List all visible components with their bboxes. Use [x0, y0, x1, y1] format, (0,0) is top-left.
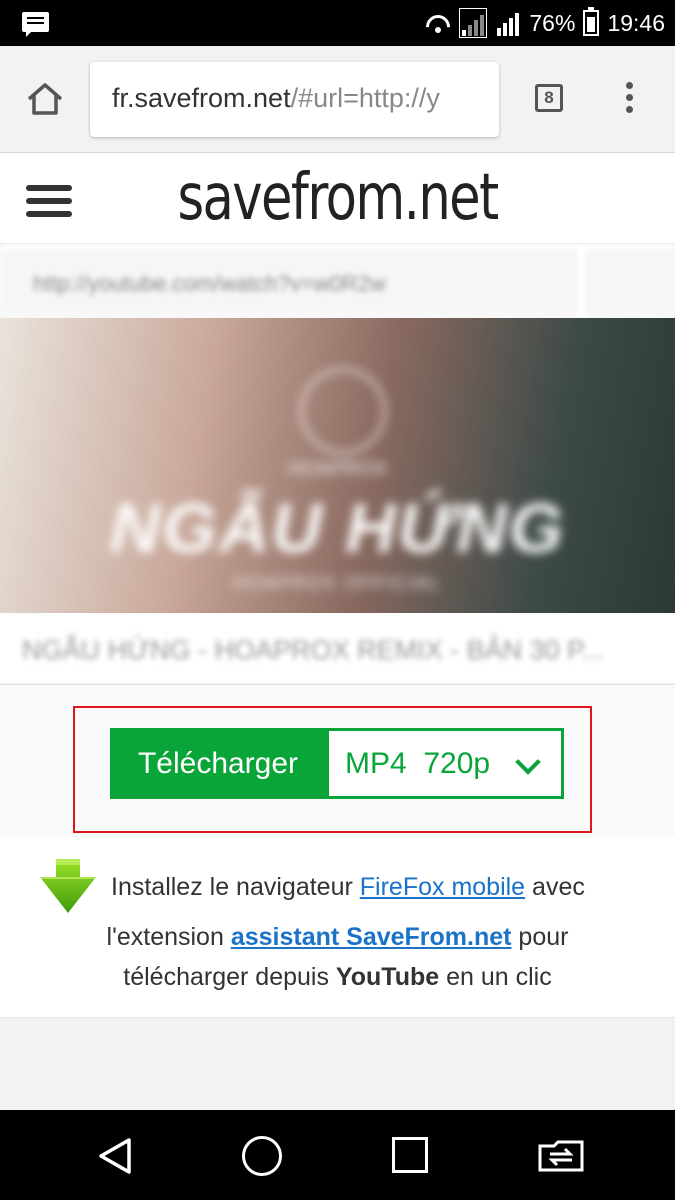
battery-icon [583, 7, 600, 36]
firefox-mobile-link[interactable]: FireFox mobile [360, 873, 525, 901]
signal-sim1-icon [459, 8, 488, 38]
promo-line-1: Installez le navigateur FireFox mobile a… [111, 873, 585, 901]
format-value: MP4 720p [345, 747, 491, 780]
switch-app-icon[interactable] [536, 1136, 586, 1176]
clock: 19:46 [607, 9, 665, 36]
thumbnail-small-text: HOAPROX [287, 458, 388, 480]
site-header: savefrom.net [0, 153, 675, 244]
format-select[interactable]: MP4 720p [326, 728, 564, 799]
message-notification-icon [22, 12, 49, 37]
home-button-icon[interactable] [242, 1136, 282, 1176]
savefrom-assistant-link[interactable]: assistant SaveFrom.net [231, 923, 512, 951]
status-icons: 76% 19:46 [425, 7, 665, 39]
video-url-input[interactable]: http://youtube.com/watch?v=w0R2w [4, 250, 576, 314]
download-button[interactable]: Télécharger [110, 728, 326, 799]
extension-promo: Installez le navigateur FireFox mobile a… [0, 837, 675, 1018]
video-title-row: NGẪU HỨNG - HOAPROX REMIX - BẢN 30 P... [0, 613, 675, 683]
signal-sim2-icon [495, 9, 521, 37]
thumbnail-title: NGẪU HỨNG [109, 489, 566, 567]
promo-line-2: l'extension assistant SaveFrom.net pour [106, 923, 569, 951]
back-icon[interactable] [95, 1136, 135, 1176]
tab-switcher-button[interactable]: 8 [535, 84, 563, 112]
url-bar[interactable]: fr.savefrom.net/#url=http://y [90, 62, 499, 137]
site-logo[interactable]: savefrom.net [68, 161, 608, 235]
video-thumbnail: HOAPROX NGẪU HỨNG HOAPROX OFFICIAL [0, 318, 675, 613]
browser-toolbar: fr.savefrom.net/#url=http://y 8 [0, 46, 675, 153]
wifi-icon [425, 13, 451, 33]
download-section: Télécharger MP4 720p [0, 684, 675, 838]
youtube-label: YouTube [335, 963, 440, 991]
video-url-input-area: http://youtube.com/watch?v=w0R2w [0, 244, 675, 318]
video-title: NGẪU HỨNG - HOAPROX REMIX - BẢN 30 P... [22, 635, 605, 665]
status-bar: 76% 19:46 [0, 0, 675, 46]
url-dropdown-button[interactable] [586, 250, 672, 314]
promo-line-3: télécharger depuis YouTube en un clic [123, 963, 552, 991]
download-arrow-icon [40, 859, 96, 913]
overflow-menu-icon[interactable] [626, 82, 634, 116]
chevron-down-icon [515, 749, 541, 775]
home-icon[interactable] [26, 82, 64, 116]
url-host: fr.savefrom.net [112, 83, 291, 113]
thumbnail-logo-circle [300, 368, 386, 454]
battery-percent: 76% [529, 9, 576, 36]
hamburger-menu-icon[interactable] [26, 185, 72, 225]
thumbnail-subtitle: HOAPROX OFFICIAL [233, 573, 442, 593]
android-nav-bar [0, 1110, 675, 1200]
recent-apps-icon[interactable] [392, 1137, 428, 1173]
url-path: /#url=http://y [290, 83, 440, 113]
